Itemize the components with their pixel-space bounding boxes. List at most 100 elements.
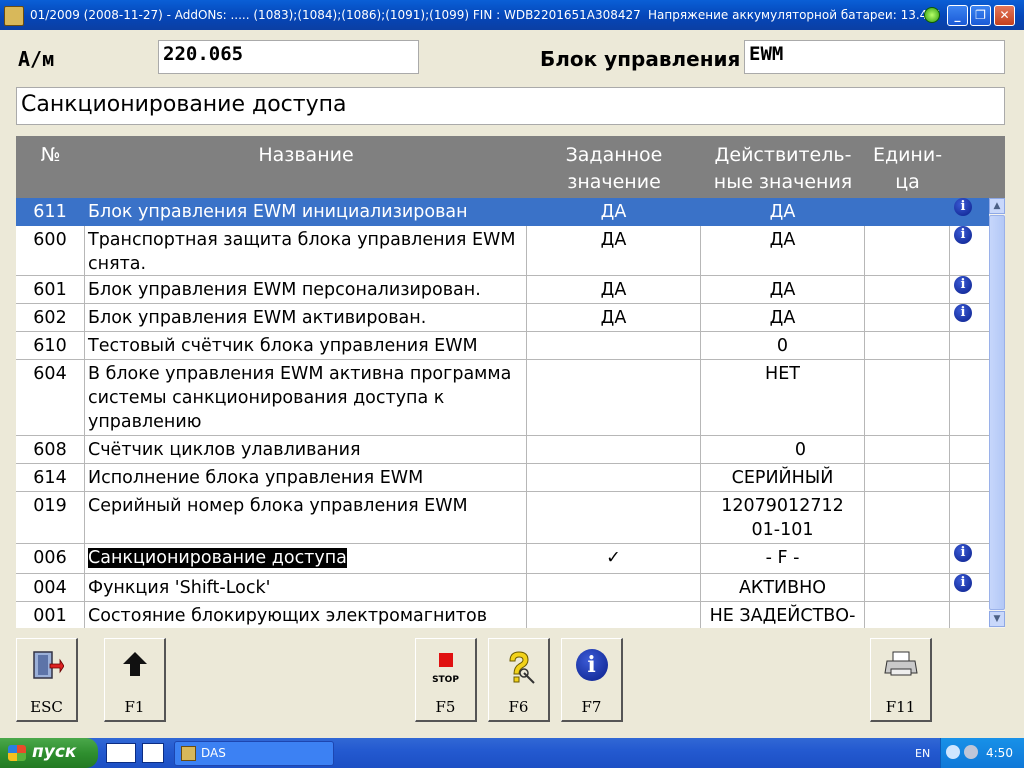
row-name: Транспортная защита блока управления EWM… (85, 226, 527, 275)
row-set-value: ✓ (527, 544, 701, 573)
table-row[interactable]: 604 В блоке управления EWM активна прогр… (16, 360, 989, 436)
row-number: 004 (16, 574, 85, 601)
row-actual-value: - F - (701, 544, 865, 573)
f7-info-button[interactable]: i F7 (561, 638, 623, 722)
vertical-scrollbar[interactable]: ▲ ▼ (989, 198, 1005, 628)
esc-button-label: ESC (30, 698, 63, 716)
section-title: Санкционирование доступа (16, 87, 1005, 125)
help-question-icon (508, 651, 535, 684)
table-row[interactable]: 006 Санкционирование доступа ✓ - F - i (16, 544, 989, 574)
das-app-icon[interactable] (4, 6, 24, 26)
row-set-value (527, 492, 701, 543)
row-name: Серийный номер блока управления EWM (85, 492, 527, 543)
table-row[interactable]: 610 Тестовый счётчик блока управления EW… (16, 332, 989, 360)
col-header-set-line2: значение (567, 171, 661, 193)
row-number: 602 (16, 304, 85, 331)
table-row[interactable]: 019 Серийный номер блока управления EWM … (16, 492, 989, 544)
row-name: Блок управления EWM персонализирован. (85, 276, 527, 303)
row-actual-value: ДА (701, 226, 865, 275)
col-header-unit-line2: ца (895, 171, 920, 193)
row-name: Тестовый счётчик блока управления EWM (85, 332, 527, 359)
row-set-value: ДА (527, 276, 701, 303)
row-number: 608 (16, 436, 85, 463)
f11-print-button[interactable]: F11 (870, 638, 932, 722)
info-icon[interactable]: i (954, 544, 972, 562)
up-arrow-icon (122, 652, 147, 676)
row-set-value (527, 464, 701, 491)
das-window: 01/2009 (2008-11-27) - AddONs: ..... (10… (0, 0, 1024, 768)
row-name: В блоке управления EWM активна программа… (85, 360, 527, 435)
row-info-cell (950, 332, 989, 359)
table-row[interactable]: 608 Счётчик циклов улавливания 0 (16, 436, 989, 464)
info-icon[interactable]: i (954, 574, 972, 592)
row-name: Блок управления EWM инициализирован (88, 202, 468, 222)
row-unit (865, 332, 950, 359)
scroll-down-arrow-icon[interactable]: ▼ (989, 611, 1005, 627)
battery-status-icon (924, 7, 940, 23)
tray-help-icon[interactable] (946, 745, 960, 759)
close-button[interactable]: ✕ (994, 5, 1015, 26)
scroll-thumb[interactable] (989, 215, 1005, 610)
table-row[interactable]: 611 Блок управления EWM инициализирован … (16, 198, 989, 226)
row-unit (865, 492, 950, 543)
row-set-value (527, 574, 701, 601)
row-name: Исполнение блока управления EWM (85, 464, 527, 491)
keyboard-icon[interactable] (106, 743, 136, 763)
table-row[interactable]: 600 Транспортная защита блока управления… (16, 226, 989, 276)
row-name: Счётчик циклов улавливания (85, 436, 527, 463)
table-row[interactable]: 001 Состояние блокирующих электромагнито… (16, 602, 989, 628)
row-unit (865, 198, 950, 225)
vehicle-value-field: 220.065 (158, 40, 419, 74)
row-number: 611 (33, 202, 67, 222)
row-number: 001 (16, 602, 85, 628)
start-button-label: пуск (32, 742, 77, 762)
row-unit (865, 360, 950, 435)
info-icon[interactable]: i (954, 226, 972, 244)
row-number: 604 (16, 360, 85, 435)
f5-stop-button[interactable]: STOP F5 (415, 638, 477, 722)
row-name: Состояние блокирующих электромагнитов (85, 602, 527, 628)
row-actual-value: НЕ ЗАДЕЙСТВО- (701, 602, 865, 628)
row-unit (865, 304, 950, 331)
row-unit (865, 276, 950, 303)
ecu-value-field: EWM (744, 40, 1005, 74)
row-unit (865, 226, 950, 275)
table-row[interactable]: 004 Функция 'Shift-Lock' АКТИВНО i (16, 574, 989, 602)
col-header-actual-line1: Действитель- (714, 144, 852, 166)
row-name: Санкционирование доступа (88, 548, 347, 568)
esc-button[interactable]: ESC (16, 638, 78, 722)
table-row[interactable]: 601 Блок управления EWM персонализирован… (16, 276, 989, 304)
row-set-value (527, 360, 701, 435)
title-bar[interactable]: 01/2009 (2008-11-27) - AddONs: ..... (10… (0, 0, 1024, 30)
battery-voltage-label: Напряжение аккумуляторной батареи: 13.4 … (648, 8, 940, 22)
start-button[interactable]: пуск (0, 738, 98, 768)
exit-door-icon (32, 651, 64, 679)
info-icon[interactable]: i (954, 276, 972, 294)
row-actual-value: ДА (769, 202, 796, 222)
clock: 4:50 (986, 746, 1013, 760)
taskbar-item-das[interactable]: DAS (174, 741, 334, 766)
row-set-value: ДА (527, 226, 701, 275)
row-unit (865, 464, 950, 491)
language-indicator[interactable]: EN (915, 747, 930, 760)
tray-network-icon[interactable] (964, 745, 978, 759)
row-unit (865, 574, 950, 601)
row-actual-value: НЕТ (701, 360, 865, 435)
table-row[interactable]: 602 Блок управления EWM активирован. ДА … (16, 304, 989, 332)
f1-button[interactable]: F1 (104, 638, 166, 722)
f11-button-label: F11 (885, 698, 916, 716)
table-row[interactable]: 614 Исполнение блока управления EWM СЕРИ… (16, 464, 989, 492)
scroll-up-arrow-icon[interactable]: ▲ (989, 198, 1005, 214)
grid-icon[interactable] (142, 743, 164, 763)
row-unit (865, 544, 950, 573)
col-header-no: № (40, 144, 61, 166)
col-header-set-value: Заданное значение (527, 142, 701, 196)
values-table[interactable]: 611 Блок управления EWM инициализирован … (16, 198, 989, 628)
f6-help-button[interactable]: F6 (488, 638, 550, 722)
row-set-value: ДА (600, 202, 627, 222)
minimize-button[interactable]: _ (947, 5, 968, 26)
maximize-button[interactable]: ❐ (970, 5, 991, 26)
info-icon[interactable]: i (954, 304, 972, 322)
info-icon[interactable]: i (954, 198, 972, 216)
row-name: Блок управления EWM активирован. (85, 304, 527, 331)
